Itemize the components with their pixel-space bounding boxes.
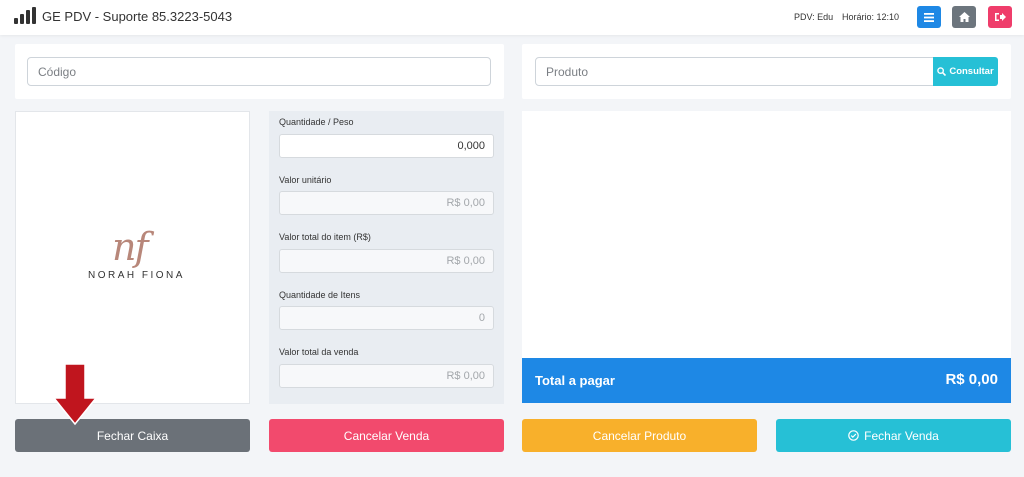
total-bar: Total a pagar R$ 0,00 [522,358,1011,403]
pdv-operator: PDV: Edu [794,12,834,22]
search-icon [937,67,947,76]
total-value: R$ 0,00 [945,371,998,388]
close-sale-label: Fechar Venda [864,428,939,443]
logo-name: NORAH FIONA [88,270,185,281]
down-arrow-icon [54,364,96,426]
signal-bars-icon [14,7,36,24]
close-register-label: Fechar Caixa [96,428,169,443]
item-count-label: Quantidade de Itens [279,290,361,300]
logo-monogram: nf [112,225,149,269]
home-icon [958,12,970,22]
sale-total-label: Valor total da venda [279,347,359,357]
logout-icon [994,13,1006,21]
sale-total-field: R$ 0,00 [279,364,494,388]
brand: GE PDV - Suporte 85.3223-5043 [14,7,233,24]
product-input[interactable]: Produto [535,57,934,86]
home-button[interactable] [952,6,976,28]
close-sale-button[interactable]: Fechar Venda [776,419,1011,452]
unit-price-field: R$ 0,00 [279,191,494,215]
cancel-product-label: Cancelar Produto [592,428,687,443]
item-total-label: Valor total do item (R$) [279,232,371,242]
menu-icon [924,12,934,22]
quantity-label: Quantidade / Peso [279,117,354,127]
current-time: Horário: 12:10 [842,12,900,22]
menu-button[interactable] [917,6,941,28]
code-input[interactable]: Código [27,57,491,86]
quantity-input[interactable]: 0,000 [279,134,494,158]
top-bar: GE PDV - Suporte 85.3223-5043 PDV: Edu H… [0,0,1024,35]
logout-button[interactable] [988,6,1012,28]
app-title: GE PDV - Suporte 85.3223-5043 [42,9,233,24]
consult-button[interactable]: Consultar [933,57,998,86]
item-total-field: R$ 0,00 [279,249,494,273]
items-list-panel [522,111,1011,358]
check-circle-icon [848,430,859,441]
total-label: Total a pagar [535,373,615,388]
cancel-sale-button[interactable]: Cancelar Venda [269,419,504,452]
unit-price-label: Valor unitário [279,175,332,185]
cancel-sale-label: Cancelar Venda [343,428,430,443]
close-register-button[interactable]: Fechar Caixa [15,419,250,452]
item-count-field: 0 [279,306,494,330]
cancel-product-button[interactable]: Cancelar Produto [522,419,757,452]
consult-label: Consultar [949,66,994,77]
